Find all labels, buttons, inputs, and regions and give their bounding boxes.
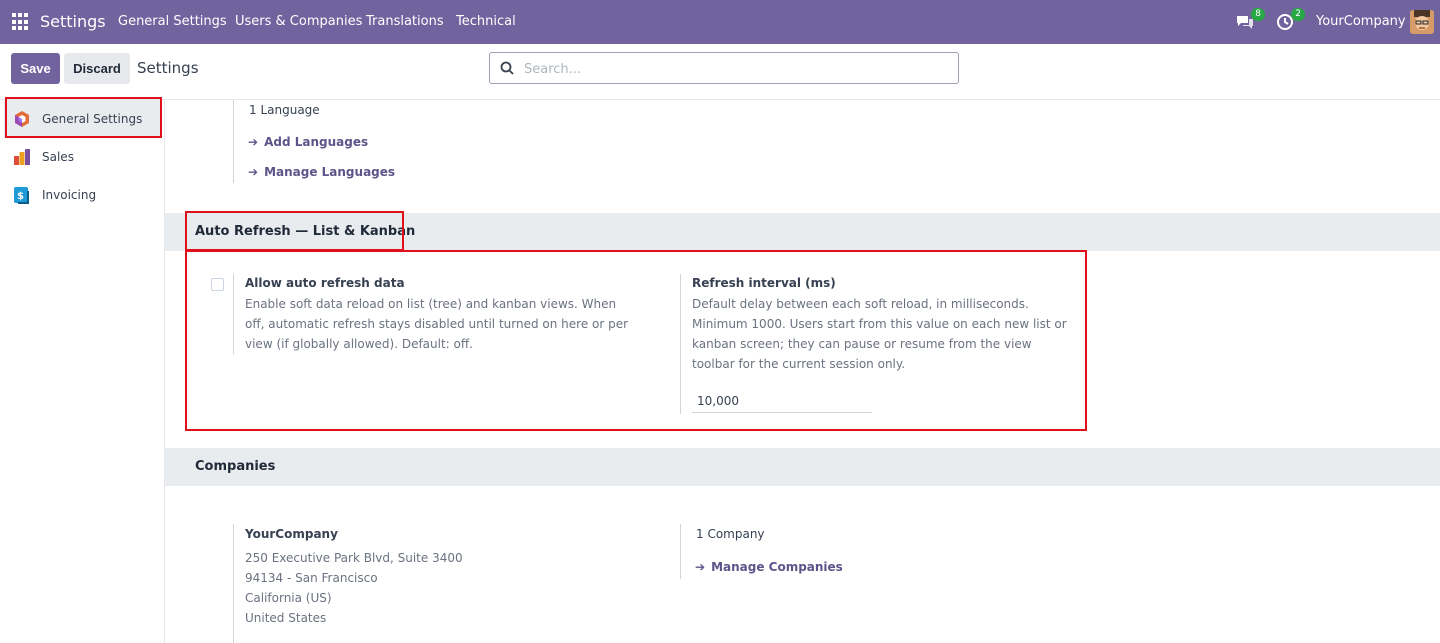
invoicing-icon: $ <box>14 187 29 204</box>
app-brand[interactable]: Settings <box>40 12 106 31</box>
top-navbar: Settings General Settings Users & Compan… <box>0 0 1440 44</box>
refresh-interval-description: Default delay between each soft reload, … <box>692 297 1067 371</box>
breadcrumb-title: Settings <box>137 59 199 77</box>
sidebar-item-invoicing[interactable]: $ Invoicing <box>4 176 162 214</box>
activity-count-badge: 2 <box>1291 8 1305 21</box>
activity-clock-icon[interactable]: 2 <box>1275 8 1305 32</box>
refresh-interval-input[interactable] <box>692 389 872 413</box>
save-button[interactable]: Save <box>11 53 60 84</box>
company-switcher[interactable]: YourCompany <box>1316 14 1406 29</box>
company-address-line: California (US) <box>245 591 332 605</box>
nav-users-companies[interactable]: Users & Companies <box>235 14 362 29</box>
apps-menu-icon[interactable] <box>12 13 30 31</box>
refresh-interval-title: Refresh interval (ms) <box>692 276 836 290</box>
section-header-auto-refresh: Auto Refresh — List & Kanban <box>165 213 1440 251</box>
search-icon <box>500 61 514 75</box>
allow-auto-refresh-description: Enable soft data reload on list (tree) a… <box>245 297 629 351</box>
nav-translations[interactable]: Translations <box>366 14 444 29</box>
sidebar-item-label: Invoicing <box>42 188 97 202</box>
messaging-count-badge: 8 <box>1251 8 1265 21</box>
sidebar-item-sales[interactable]: Sales <box>4 138 162 176</box>
section-title: Companies <box>195 459 276 474</box>
language-count: 1 Language <box>249 103 320 117</box>
sidebar-item-label: General Settings <box>42 112 143 126</box>
allow-auto-refresh-title: Allow auto refresh data <box>245 276 405 290</box>
arrow-right-icon: ➔ <box>695 560 706 574</box>
company-address-line: 94134 - San Francisco <box>245 571 378 585</box>
allow-auto-refresh-checkbox[interactable] <box>211 278 224 291</box>
search-input[interactable] <box>524 59 944 79</box>
sidebar-item-general-settings[interactable]: General Settings <box>4 100 162 138</box>
section-header-companies: Companies <box>165 448 1440 486</box>
general-settings-icon <box>15 111 29 127</box>
settings-sidebar: General Settings Sales $ Invoicing <box>0 100 165 643</box>
sidebar-item-label: Sales <box>42 150 74 164</box>
company-name: YourCompany <box>245 527 338 541</box>
nav-general-settings[interactable]: General Settings <box>118 14 227 29</box>
company-address-line: 250 Executive Park Blvd, Suite 3400 <box>245 551 463 565</box>
sales-icon <box>14 149 30 165</box>
section-title: Auto Refresh — List & Kanban <box>195 224 416 239</box>
arrow-right-icon: ➔ <box>248 135 259 149</box>
user-avatar[interactable] <box>1410 10 1434 34</box>
settings-content: 1 Language ➔ Add Languages ➔ Manage Langua… <box>165 100 1440 643</box>
svg-text:$: $ <box>17 191 24 202</box>
add-languages-link[interactable]: ➔ Add Languages <box>248 135 368 149</box>
manage-languages-link[interactable]: ➔ Manage Languages <box>248 165 395 179</box>
arrow-right-icon: ➔ <box>248 165 259 179</box>
nav-technical[interactable]: Technical <box>456 14 516 29</box>
control-panel: Save Discard Settings <box>0 44 1440 100</box>
discard-button[interactable]: Discard <box>64 53 130 84</box>
manage-companies-link[interactable]: ➔ Manage Companies <box>695 560 843 574</box>
search-box[interactable] <box>489 52 959 84</box>
messaging-icon[interactable]: 8 <box>1235 8 1265 32</box>
company-count: 1 Company <box>696 527 765 541</box>
company-address-line: United States <box>245 611 327 625</box>
